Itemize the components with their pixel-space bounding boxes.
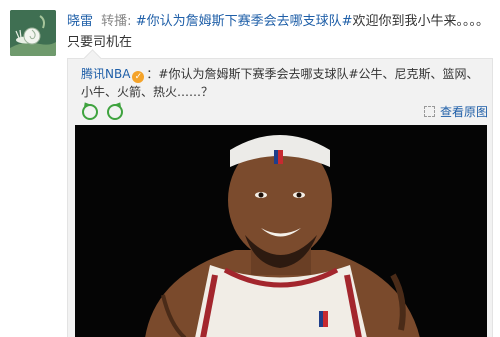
repost-label: 转播: (101, 14, 132, 29)
rotate-left-icon[interactable] (82, 104, 98, 120)
source-author-link[interactable]: 腾讯NBA (81, 67, 130, 81)
quoted-post: 腾讯NBA ✓ ：#你认为詹姆斯下赛季会去哪支球队#公牛、尼克斯、篮网、小牛、火箭、… (67, 49, 493, 337)
snail-avatar-icon (10, 10, 56, 56)
view-original-button[interactable]: 查看原图 (423, 104, 488, 120)
image-toolbar: 查看原图 (78, 104, 488, 122)
zoom-icon (423, 106, 435, 117)
author-avatar[interactable] (10, 10, 56, 56)
rotate-right-icon[interactable] (107, 104, 123, 120)
author-name-link[interactable]: 晓雷 (67, 14, 93, 29)
post-header: 晓雷 转播: #你认为詹姆斯下赛季会去哪支球队#欢迎你到我小牛来。。。。只要司机… (67, 11, 492, 53)
quoted-post-text: 腾讯NBA ✓ ：#你认为詹姆斯下赛季会去哪支球队#公牛、尼克斯、篮网、小牛、火箭、… (81, 65, 486, 101)
verified-badge-icon: ✓ (132, 71, 145, 83)
view-original-label: 查看原图 (439, 105, 488, 119)
repost-card: 晓雷 转播: #你认为詹姆斯下赛季会去哪支球队#欢迎你到我小牛来。。。。只要司机… (0, 0, 500, 337)
hashtag-link[interactable]: #你认为詹姆斯下赛季会去哪支球队# (136, 14, 353, 29)
basketball-player-photo (75, 125, 487, 337)
post-photo[interactable] (75, 125, 487, 337)
